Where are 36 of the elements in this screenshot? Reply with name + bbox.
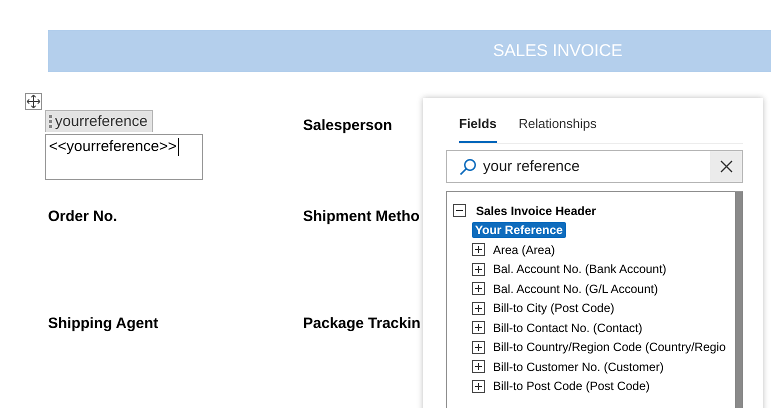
field-label: Shipping Agent bbox=[48, 315, 158, 332]
close-icon bbox=[720, 160, 732, 173]
tree-item[interactable]: Bill-to City (Post Code) bbox=[493, 301, 614, 316]
tree-item[interactable]: Bill-to Country/Region Code (Country/Regio bbox=[493, 340, 726, 354]
tree-item[interactable]: Bal. Account No. (G/L Account) bbox=[493, 282, 658, 296]
field-label: Order No. bbox=[48, 208, 118, 225]
scrollbar[interactable] bbox=[735, 192, 743, 408]
collapse-icon[interactable] bbox=[453, 204, 466, 218]
search-field[interactable]: your reference bbox=[446, 150, 743, 183]
content-control-field[interactable]: <<yourreference>> bbox=[45, 134, 203, 180]
tree-item[interactable]: Your Reference bbox=[472, 222, 566, 238]
field-label: Shipment Metho bbox=[303, 208, 420, 225]
content-control-tag[interactable]: yourreference bbox=[45, 110, 153, 132]
field-label: Package Trackin bbox=[303, 315, 421, 332]
expand-icon[interactable] bbox=[472, 380, 485, 393]
tree-item[interactable]: Bill-to Contact No. (Contact) bbox=[493, 320, 642, 335]
panel-tab[interactable]: Fields bbox=[459, 112, 497, 143]
panel-tab[interactable]: Relationships bbox=[518, 112, 597, 143]
field-label: Salesperson bbox=[303, 117, 392, 134]
document-title: SALES INVOICE bbox=[493, 41, 622, 61]
tree-group-label[interactable]: Sales Invoice Header bbox=[476, 204, 596, 218]
search-value: your reference bbox=[483, 158, 581, 175]
close-button[interactable] bbox=[710, 151, 742, 182]
tree-item[interactable]: Bal. Account No. (Bank Account) bbox=[493, 262, 666, 276]
tree-item[interactable]: Bill-to Post Code (Post Code) bbox=[493, 379, 650, 394]
expand-icon[interactable] bbox=[472, 360, 485, 374]
tree-item[interactable]: Area (Area) bbox=[493, 242, 556, 257]
expand-icon[interactable] bbox=[472, 282, 485, 296]
tree-item[interactable]: Bill-to Customer No. (Customer) bbox=[493, 360, 664, 374]
expand-icon[interactable] bbox=[472, 243, 485, 256]
expand-icon[interactable] bbox=[472, 340, 485, 354]
expand-icon[interactable] bbox=[472, 302, 485, 315]
move-handle-icon[interactable] bbox=[25, 93, 42, 110]
expand-icon[interactable] bbox=[472, 262, 485, 276]
search-icon bbox=[459, 158, 477, 176]
expand-icon[interactable] bbox=[472, 321, 485, 334]
